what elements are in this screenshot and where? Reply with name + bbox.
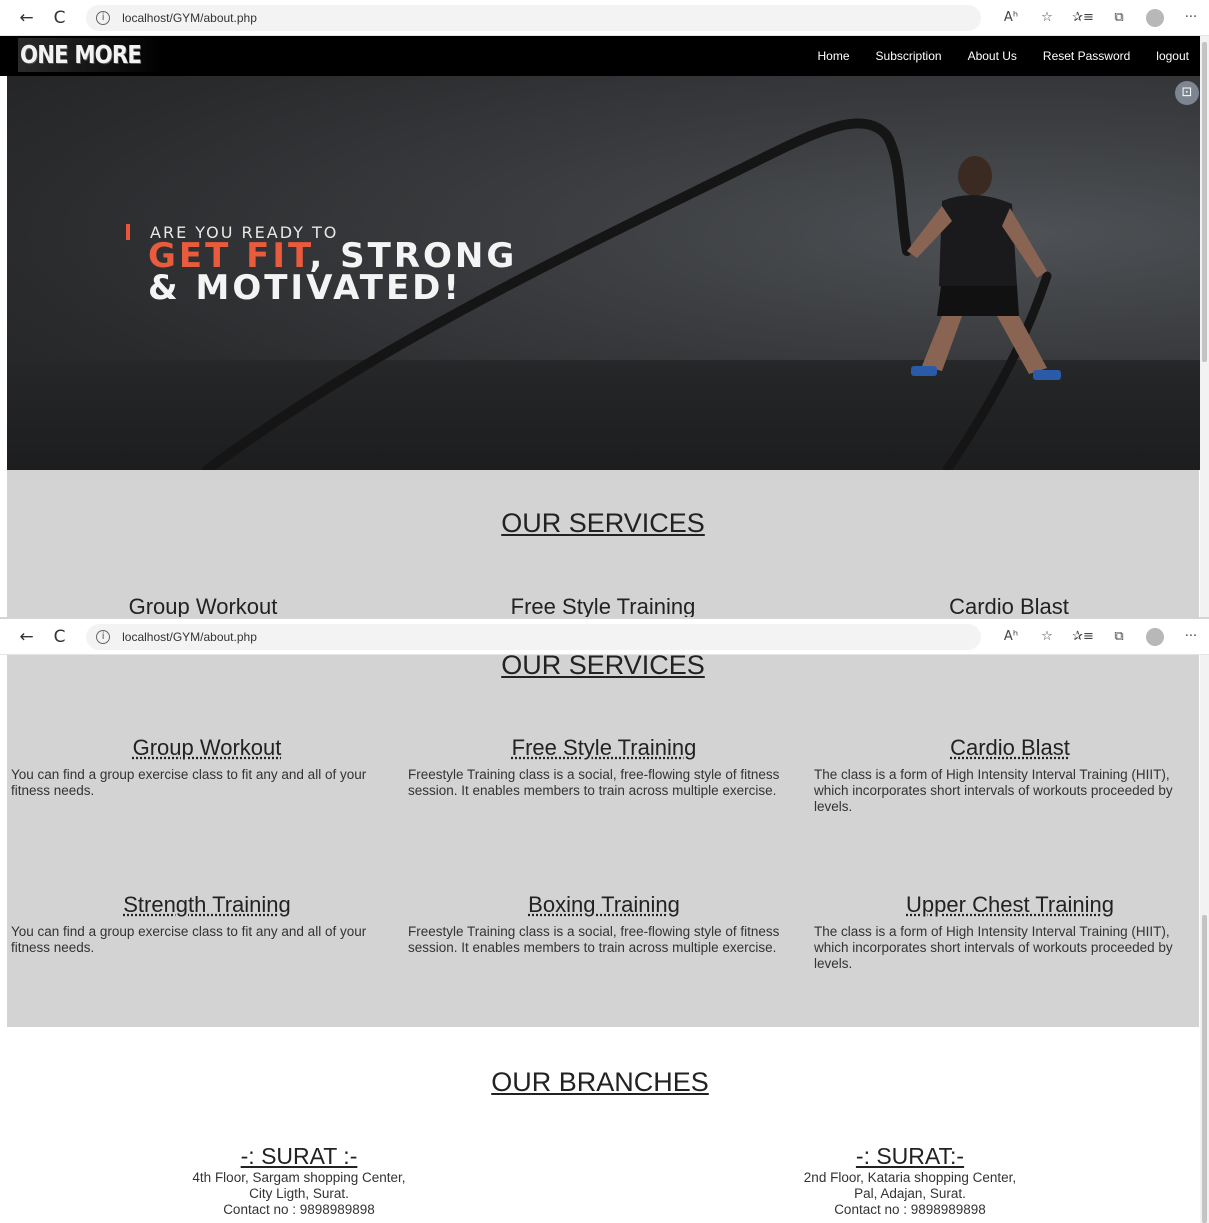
scrollbar-thumb[interactable]	[1202, 915, 1207, 1223]
service-description: The class is a form of High Intensity In…	[814, 767, 1173, 814]
service-description: Freestyle Training class is a social, fr…	[408, 767, 780, 798]
browser-tools: Aʰ ☆ ✰≡ ⧉ ···	[993, 627, 1209, 646]
hero-banner: ARE YOU READY TO GET FIT, STRONG & MOTIV…	[7, 76, 1203, 470]
service-description: The class is a form of High Intensity In…	[814, 924, 1173, 971]
scrollbar[interactable]	[1200, 655, 1209, 1223]
favorite-icon[interactable]: ☆	[1029, 10, 1065, 25]
address-bar[interactable]: i localhost/GYM/about.php	[86, 4, 981, 31]
branch-contact: Contact no : 9898989898	[223, 1202, 375, 1217]
branch-card: -: SURAT :- 4th Floor, Sargam shopping C…	[99, 1143, 499, 1218]
hero-headline: GET FIT, STRONG & MOTIVATED!	[148, 239, 517, 305]
service-card: Free Style Training	[407, 594, 799, 617]
screenshot-top: ← C i localhost/GYM/about.php Aʰ ☆ ✰≡ ⧉ …	[0, 0, 1209, 617]
athlete-shorts	[937, 286, 1019, 316]
service-card: Group Workout	[7, 594, 399, 617]
browser-tools: Aʰ ☆ ✰≡ ⧉ ···	[993, 8, 1209, 27]
nav-about-us[interactable]: About Us	[968, 49, 1017, 63]
profile-avatar[interactable]	[1146, 8, 1164, 27]
more-icon[interactable]: ···	[1173, 629, 1209, 644]
service-card: Upper Chest Training The class is a form…	[814, 892, 1206, 972]
branches-title: OUR BRANCHES	[491, 1067, 709, 1097]
favorites-list-icon[interactable]: ✰≡	[1065, 10, 1101, 25]
athlete-head	[958, 156, 992, 196]
address-bar[interactable]: i localhost/GYM/about.php	[86, 623, 981, 650]
service-name: Upper Chest Training	[906, 892, 1114, 917]
back-icon[interactable]: ←	[10, 627, 43, 647]
browser-toolbar: ← C i localhost/GYM/about.php Aʰ ☆ ✰≡ ⧉ …	[0, 0, 1209, 36]
service-description: Freestyle Training class is a social, fr…	[408, 924, 780, 955]
collections-icon[interactable]: ⧉	[1101, 629, 1137, 644]
service-name: Strength Training	[123, 892, 291, 917]
branch-address-line1: 2nd Floor, Kataria shopping Center,	[803, 1170, 1017, 1185]
service-card: Cardio Blast The class is a form of High…	[814, 735, 1206, 815]
favorite-icon[interactable]: ☆	[1029, 629, 1065, 644]
service-card: Group Workout You can find a group exerc…	[11, 735, 403, 799]
nav-menu: Home Subscription About Us Reset Passwor…	[792, 36, 1190, 76]
favorites-list-icon[interactable]: ✰≡	[1065, 629, 1101, 644]
services-title: OUR SERVICES	[501, 508, 705, 538]
branch-name: -: SURAT :-	[240, 1143, 358, 1169]
services-section: OUR SERVICES Group Workout Free Style Tr…	[7, 470, 1199, 617]
service-card: Boxing Training Freestyle Training class…	[408, 892, 800, 956]
service-name: Cardio Blast	[949, 594, 1069, 617]
service-name: Free Style Training	[510, 594, 696, 617]
branches-section: OUR BRANCHES -: SURAT :- 4th Floor, Sarg…	[0, 1027, 1200, 1223]
service-description: You can find a group exercise class to f…	[11, 767, 367, 798]
service-card: Cardio Blast	[813, 594, 1205, 617]
nav-logout[interactable]: logout	[1156, 49, 1189, 63]
visual-search-icon[interactable]: ⊡	[1175, 81, 1199, 105]
branch-contact: Contact no : 9898989898	[834, 1202, 986, 1217]
service-name: Cardio Blast	[950, 735, 1070, 760]
service-card: Free Style Training Freestyle Training c…	[408, 735, 800, 799]
read-aloud-icon[interactable]: Aʰ	[993, 629, 1029, 644]
profile-avatar[interactable]	[1146, 627, 1164, 646]
url-text: localhost/GYM/about.php	[122, 10, 257, 25]
read-aloud-icon[interactable]: Aʰ	[993, 10, 1029, 25]
info-icon[interactable]: i	[96, 10, 111, 25]
branch-name: -: SURAT:-	[855, 1143, 965, 1169]
athlete-shoe-left	[911, 366, 937, 376]
nav-reset-password[interactable]: Reset Password	[1043, 49, 1130, 63]
nav-home[interactable]: Home	[818, 49, 850, 63]
site-navbar: ONE MORE Home Subscription About Us Rese…	[0, 36, 1209, 76]
hero-line3: & MOTIVATED!	[148, 268, 462, 308]
screenshot-bottom: ← C i localhost/GYM/about.php Aʰ ☆ ✰≡ ⧉ …	[0, 619, 1209, 1223]
service-name: Boxing Training	[528, 892, 680, 917]
service-name: Group Workout	[128, 594, 278, 617]
back-icon[interactable]: ←	[10, 8, 43, 28]
branch-address-line2: Pal, Adajan, Surat.	[854, 1186, 966, 1201]
services-section: OUR SERVICES Group Workout You can find …	[7, 650, 1199, 1027]
refresh-icon[interactable]: C	[43, 8, 76, 28]
services-title: OUR SERVICES	[501, 650, 705, 680]
athlete-shoe-right	[1033, 370, 1061, 380]
service-card: Strength Training You can find a group e…	[11, 892, 403, 956]
athlete-leg-left	[922, 316, 962, 371]
info-icon[interactable]: i	[96, 629, 111, 644]
athlete-torso	[939, 195, 1017, 292]
more-icon[interactable]: ···	[1173, 10, 1209, 25]
service-name: Group Workout	[132, 735, 282, 760]
refresh-icon[interactable]: C	[43, 627, 76, 647]
nav-subscription[interactable]: Subscription	[876, 49, 942, 63]
hero-accent-bar	[126, 224, 130, 240]
scrollbar-thumb[interactable]	[1202, 42, 1207, 362]
site-logo[interactable]: ONE MORE	[20, 40, 142, 69]
service-description: You can find a group exercise class to f…	[11, 924, 367, 955]
branch-address-line2: City Ligth, Surat.	[249, 1186, 349, 1201]
scrollbar[interactable]	[1200, 36, 1209, 617]
branch-address-line1: 4th Floor, Sargam shopping Center,	[192, 1170, 406, 1185]
service-name: Free Style Training	[511, 735, 697, 760]
url-text: localhost/GYM/about.php	[122, 629, 257, 644]
collections-icon[interactable]: ⧉	[1101, 10, 1137, 25]
branch-card: -: SURAT:- 2nd Floor, Kataria shopping C…	[710, 1143, 1110, 1218]
